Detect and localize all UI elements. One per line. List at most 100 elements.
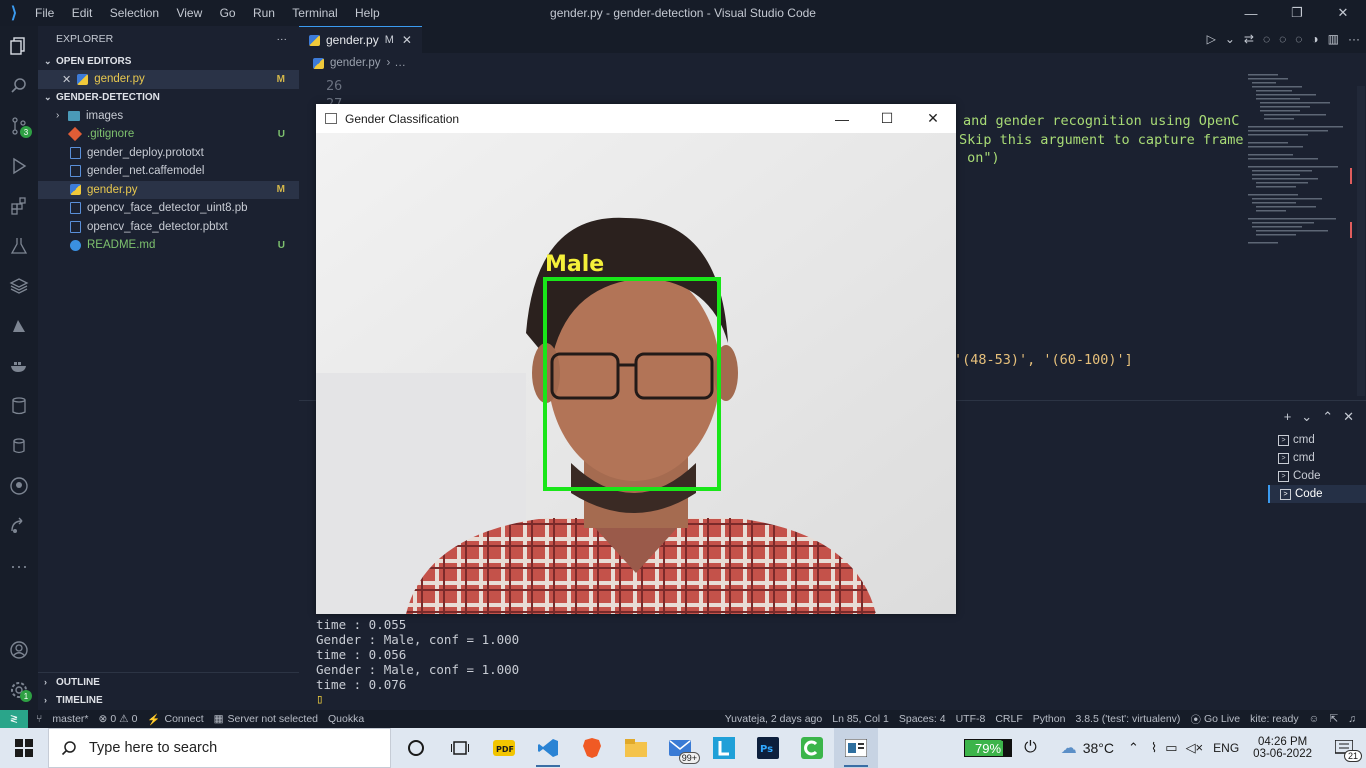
file-item-gender-deploy[interactable]: gender_deploy.prototxt — [38, 144, 299, 163]
breadcrumb-file[interactable]: gender.py — [330, 57, 381, 69]
file-item-face-detector-pb[interactable]: opencv_face_detector_uint8.pb — [38, 199, 299, 218]
sql-database-icon[interactable] — [0, 426, 38, 466]
docker-icon[interactable] — [0, 346, 38, 386]
terminal-session-item[interactable]: > cmd — [1268, 449, 1366, 467]
run-icon[interactable]: ▷ — [1207, 32, 1216, 46]
more-icon[interactable]: ··· — [0, 546, 38, 586]
file-explorer-icon[interactable] — [614, 728, 658, 768]
photoshop-icon[interactable]: Ps — [746, 728, 790, 768]
letter-l-app-icon[interactable] — [702, 728, 746, 768]
code-line[interactable]: '(48-53)', '(60-100)'] — [954, 352, 1133, 368]
status-branch[interactable]: master* — [52, 713, 88, 725]
maximize-panel-icon[interactable]: ⌃ — [1322, 409, 1333, 425]
close-panel-icon[interactable]: ✕ — [1343, 409, 1354, 425]
camtasia-icon[interactable] — [790, 728, 834, 768]
account-icon[interactable] — [0, 630, 38, 670]
restore-button[interactable]: ❐ — [1274, 0, 1320, 26]
code-line[interactable]: on") — [959, 150, 1000, 166]
file-item-gitignore[interactable]: .gitignore U — [38, 125, 299, 144]
status-warnings[interactable]: 0 — [132, 713, 138, 725]
file-item-gender-py[interactable]: gender.py M — [38, 180, 299, 199]
status-kite[interactable]: kite: ready — [1250, 713, 1298, 725]
menu-view[interactable]: View — [176, 6, 202, 20]
gender-window-titlebar[interactable]: Gender Classification — ☐ ✕ — [316, 104, 956, 133]
gender-window-minimize-button[interactable]: — — [819, 104, 865, 133]
input-language[interactable]: ENG — [1213, 741, 1239, 755]
github-icon[interactable] — [0, 466, 38, 506]
file-item-gender-net[interactable]: gender_net.caffemodel — [38, 162, 299, 181]
windows-start-icon[interactable] — [0, 728, 48, 768]
project-header[interactable]: ⌄ GENDER-DETECTION — [38, 89, 299, 107]
cloud-tool-icon[interactable] — [0, 306, 38, 346]
menu-go[interactable]: Go — [220, 6, 236, 20]
tab-gender-py[interactable]: gender.py M ✕ — [299, 26, 422, 53]
explorer-icon[interactable] — [0, 26, 38, 66]
file-item-readme[interactable]: README.md U — [38, 236, 299, 255]
file-item-face-detector-pbtxt[interactable]: opencv_face_detector.pbtxt — [38, 218, 299, 237]
new-terminal-icon[interactable]: + — [1284, 409, 1292, 425]
notification-center-icon[interactable]: 21 — [1330, 734, 1362, 762]
testing-flask-icon[interactable] — [0, 226, 38, 266]
compare-icon[interactable]: ⇄ — [1244, 32, 1254, 46]
gender-window-maximize-button[interactable]: ☐ — [864, 104, 910, 133]
remote-indicator-icon[interactable]: ≷ — [0, 710, 28, 728]
editor-scrollbar[interactable] — [1357, 86, 1365, 396]
open-editor-item[interactable]: ✕ gender.py M — [38, 70, 299, 89]
open-editors-header[interactable]: ⌄ OPEN EDITORS — [38, 52, 299, 70]
terminal-session-item[interactable]: > cmd — [1268, 431, 1366, 449]
vscode-taskbar-icon[interactable] — [526, 728, 570, 768]
run-debug-icon[interactable] — [0, 146, 38, 186]
toggle-icon[interactable]: ◑ — [1311, 32, 1318, 46]
status-spaces[interactable]: Spaces: 4 — [899, 713, 946, 725]
code-line[interactable]: and gender recognition using OpenC — [963, 113, 1239, 129]
bell-icon[interactable]: ♫ — [1348, 713, 1356, 725]
close-button[interactable]: ✕ — [1320, 0, 1366, 26]
search-icon[interactable] — [0, 66, 38, 106]
status-position[interactable]: Ln 85, Col 1 — [832, 713, 889, 725]
status-server[interactable]: Server not selected — [228, 713, 318, 725]
layers-icon[interactable] — [0, 266, 38, 306]
battery-tray-icon[interactable]: ▭ — [1165, 740, 1177, 756]
menu-run[interactable]: Run — [253, 6, 275, 20]
status-blame[interactable]: Yuvateja, 2 days ago — [725, 713, 823, 725]
minimap[interactable] — [1242, 72, 1352, 372]
battery-indicator[interactable]: 79% — [964, 739, 1013, 757]
status-quokka[interactable]: Quokka — [328, 713, 364, 725]
status-encoding[interactable]: UTF-8 — [956, 713, 986, 725]
timeline-header[interactable]: › TIMELINE — [38, 691, 299, 709]
mail-icon[interactable]: 99+ — [658, 728, 702, 768]
status-language[interactable]: Python — [1033, 713, 1066, 725]
status-go-live[interactable]: Go Live — [1204, 713, 1240, 725]
settings-gear-icon[interactable]: 1 — [0, 670, 38, 710]
feedback-icon[interactable]: ☺ — [1309, 713, 1320, 725]
menu-file[interactable]: File — [35, 6, 54, 20]
brave-browser-icon[interactable] — [570, 728, 614, 768]
volume-muted-icon[interactable]: ◁× — [1186, 740, 1204, 756]
status-problems[interactable]: 0 — [110, 713, 116, 725]
timeline-icon[interactable]: ◌ — [1295, 32, 1302, 46]
menu-edit[interactable]: Edit — [72, 6, 93, 20]
terminal-cursor[interactable]: ▯ — [316, 691, 324, 706]
pdf-app-icon[interactable]: PDF — [482, 728, 526, 768]
menu-help[interactable]: Help — [355, 6, 380, 20]
terminal-session-item[interactable]: > Code — [1268, 467, 1366, 485]
clock[interactable]: 04:26 PM 03-06-2022 — [1253, 736, 1312, 760]
split-editor-icon[interactable]: ▥ — [1328, 32, 1339, 46]
wifi-icon[interactable]: ⌇ — [1151, 740, 1157, 756]
terminal-session-item[interactable]: > Code — [1268, 485, 1366, 503]
chevron-down-icon[interactable]: ⌄ — [1225, 32, 1235, 46]
gender-window-close-button[interactable]: ✕ — [910, 104, 956, 133]
minimize-button[interactable]: — — [1228, 0, 1274, 26]
more-actions-icon[interactable]: ··· — [1348, 32, 1360, 46]
go-forward-icon[interactable]: ◌ — [1279, 32, 1286, 46]
menu-selection[interactable]: Selection — [110, 6, 159, 20]
gender-classification-taskbar-icon[interactable] — [834, 728, 878, 768]
weather-rain-icon[interactable]: ☁ — [1061, 738, 1077, 758]
go-back-icon[interactable]: ◌ — [1263, 32, 1270, 46]
source-control-icon[interactable]: 3 — [0, 106, 38, 146]
chevron-up-icon[interactable]: ⌃ — [1128, 740, 1139, 756]
status-eol[interactable]: CRLF — [995, 713, 1022, 725]
code-line[interactable]: Skip this argument to capture frame — [959, 132, 1243, 148]
explorer-more-button[interactable]: ··· — [277, 33, 288, 45]
close-icon[interactable]: ✕ — [402, 33, 412, 47]
